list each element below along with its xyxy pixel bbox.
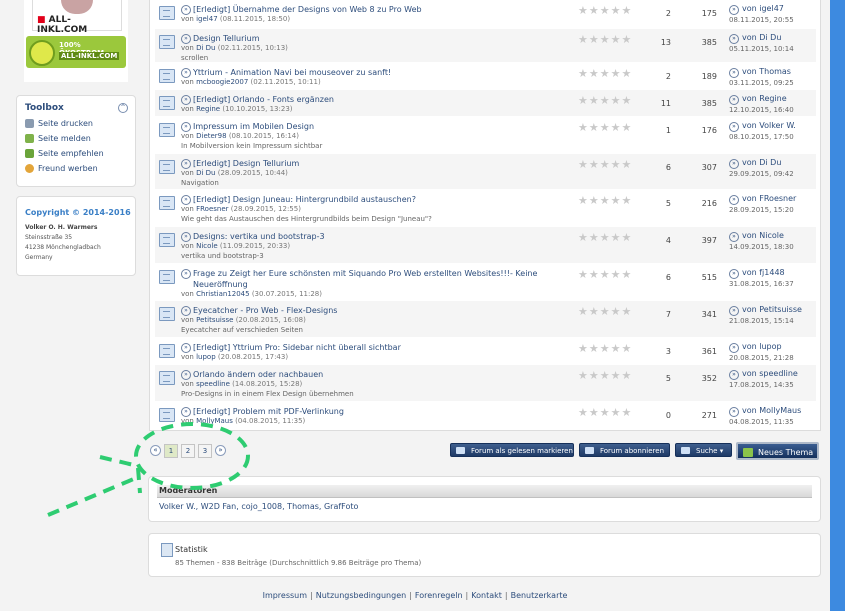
annotation-arrow-head-upper [99,455,139,468]
highlight-ellipse [134,422,250,490]
annotation-arrow-shaft [47,476,137,517]
pagination-highlight-annotation [47,422,250,517]
annotation-arrow-head-lower [136,467,142,494]
